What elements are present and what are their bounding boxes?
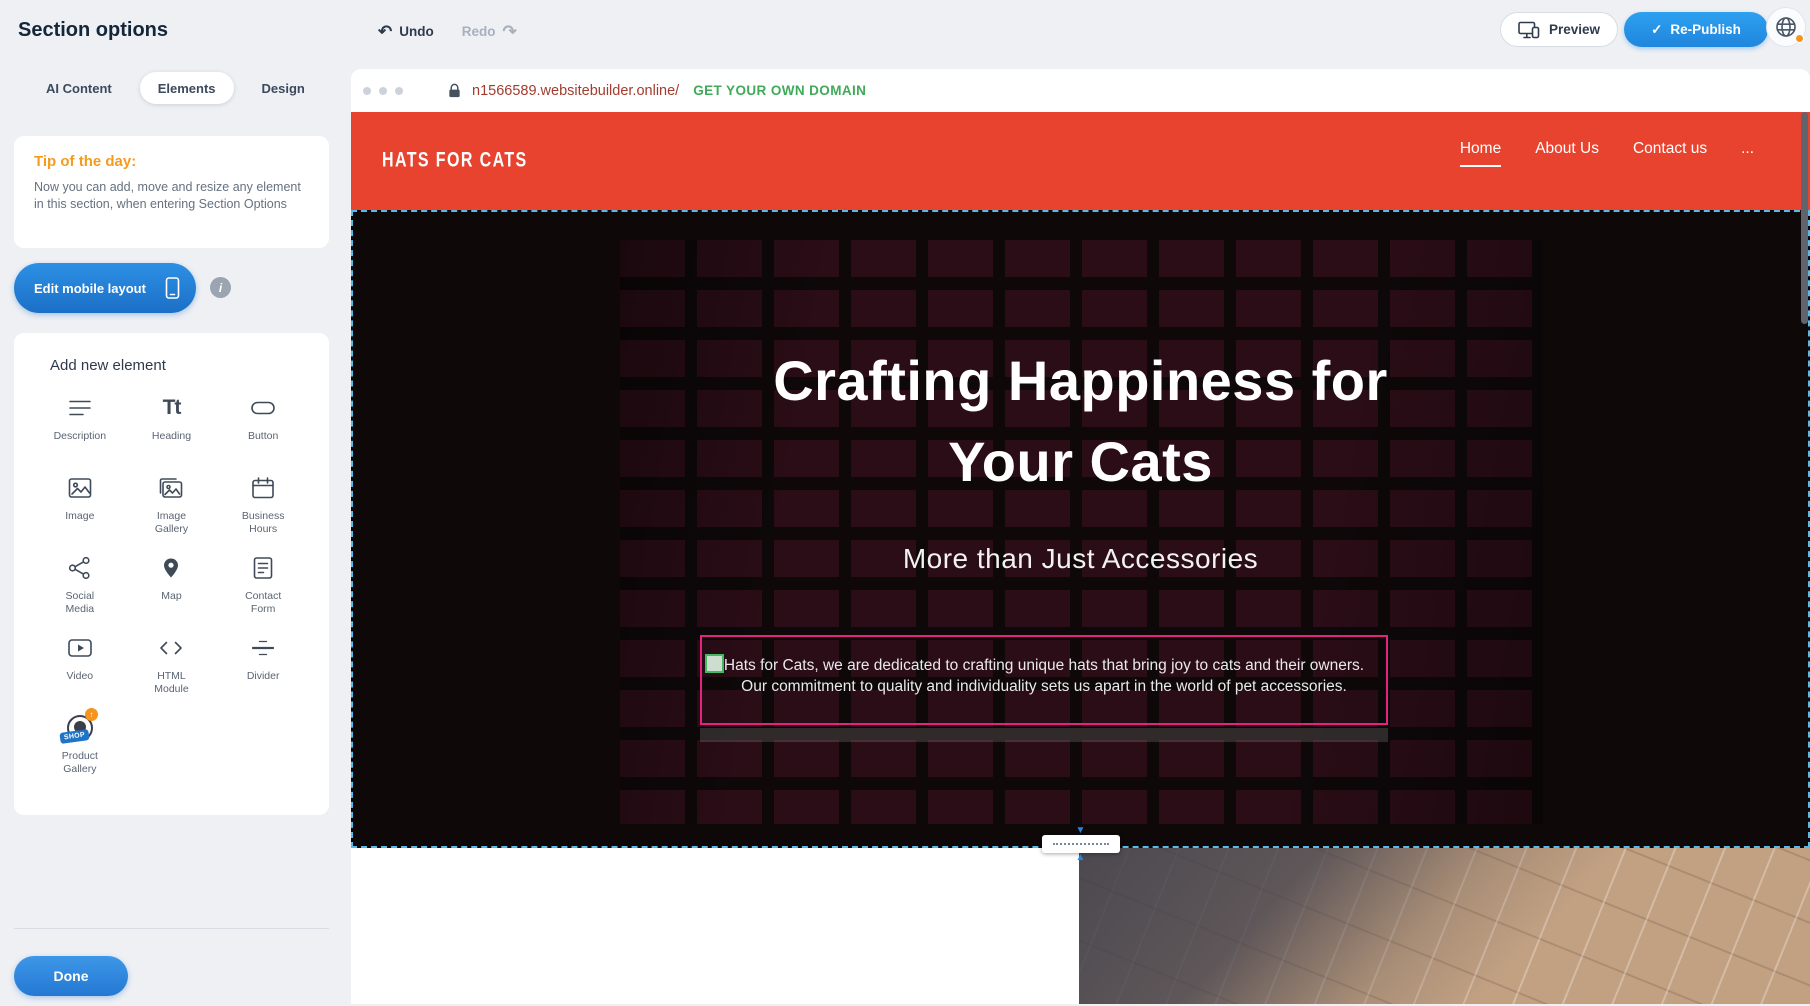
nav-contact-us[interactable]: Contact us [1633,140,1707,167]
add-element-title: Add new element [34,357,309,374]
element-social-media[interactable]: Social Media [34,552,126,632]
section-resize-handle[interactable]: ▼ ▲ [1042,826,1120,862]
hero-heading[interactable]: Crafting Happiness for Your Cats [353,340,1808,502]
element-video[interactable]: Video [34,632,126,712]
paragraph-line2: Our commitment to quality and individual… [702,676,1386,697]
language-globe-button[interactable] [1766,7,1806,47]
globe-icon [1774,15,1798,39]
product-gallery-icon: ↑ SHOP [63,712,97,744]
browser-bar: n1566589.websitebuilder.online/ GET YOUR… [351,69,1810,112]
element-drag-handle[interactable] [705,654,724,673]
tab-ai-content[interactable]: AI Content [28,72,130,104]
hero-section-selected[interactable]: Crafting Happiness for Your Cats More th… [351,210,1810,848]
collapse-down-icon: ▼ [1076,826,1086,835]
map-pin-icon [158,552,184,584]
business-hours-icon [250,472,276,504]
tip-title: Tip of the day: [34,153,309,170]
editor-window: Section options ↶ Undo Redo ↷ Preview ✓ … [0,0,1810,1006]
element-image-gallery[interactable]: Image Gallery [126,472,218,552]
lock-icon [447,83,462,98]
info-icon[interactable]: i [210,277,231,298]
tab-elements[interactable]: Elements [140,72,234,104]
canvas-scrollbar[interactable] [1801,112,1808,324]
redo-icon: ↷ [503,23,517,40]
done-button[interactable]: Done [14,956,128,996]
collapse-up-icon: ▲ [1076,853,1086,862]
nav-home[interactable]: Home [1460,140,1501,167]
notification-dot [1795,34,1804,43]
next-section[interactable] [351,848,1810,1004]
sidebar-divider [14,928,329,929]
preview-label: Preview [1549,22,1600,37]
element-ghost-strip [700,728,1388,742]
shop-badge: SHOP [59,729,89,744]
tab-design[interactable]: Design [244,72,323,104]
preview-button[interactable]: Preview [1500,12,1618,47]
tip-body: Now you can add, move and resize any ele… [34,179,309,212]
add-element-panel: Add new element Description Tt Heading B… [14,333,329,815]
element-heading[interactable]: Tt Heading [126,392,218,472]
republish-button[interactable]: ✓ Re-Publish [1624,12,1768,47]
republish-label: Re-Publish [1670,22,1741,37]
button-icon [250,392,276,424]
site-logo[interactable]: HATS FOR CATS [382,149,528,173]
get-domain-link[interactable]: GET YOUR OWN DOMAIN [693,83,866,98]
site-url: n1566589.websitebuilder.online/ [472,83,679,99]
element-button[interactable]: Button [217,392,309,472]
next-section-image[interactable] [1079,848,1810,1004]
nav-more-icon[interactable]: ... [1741,140,1754,167]
section-handle-grip [1042,835,1120,853]
edit-mobile-label: Edit mobile layout [34,281,146,296]
sidebar-tabs: AI Content Elements Design [28,72,323,104]
check-icon: ✓ [1651,22,1662,38]
redo-label: Redo [462,24,496,39]
element-grid: Description Tt Heading Button [34,392,309,792]
redo-button[interactable]: Redo ↷ [462,23,517,40]
paragraph-line1: Hats for Cats, we are dedicated to craft… [702,655,1386,676]
image-icon [67,472,93,504]
window-dots-icon [363,87,403,95]
element-description[interactable]: Description [34,392,126,472]
description-icon [67,392,93,424]
element-image[interactable]: Image [34,472,126,552]
undo-button[interactable]: ↶ Undo [378,23,434,40]
undo-label: Undo [399,24,434,39]
divider-icon [250,632,276,664]
site-nav: Home About Us Contact us ... [1460,140,1754,167]
element-product-gallery[interactable]: ↑ SHOP Product Gallery [34,712,126,792]
contact-form-icon [250,552,276,584]
element-html-module[interactable]: HTML Module [126,632,218,712]
edit-mobile-layout-button[interactable]: Edit mobile layout [14,263,196,313]
element-map[interactable]: Map [126,552,218,632]
nav-about-us[interactable]: About Us [1535,140,1599,167]
undo-icon: ↶ [378,23,392,40]
tip-of-the-day-card: Tip of the day: Now you can add, move an… [14,136,329,248]
social-media-icon [67,552,93,584]
devices-icon [1518,21,1540,39]
element-divider[interactable]: Divider [217,632,309,712]
hero-heading-line1: Crafting Happiness for [353,340,1808,421]
site-preview-canvas: n1566589.websitebuilder.online/ GET YOUR… [351,69,1810,1004]
selected-paragraph-element[interactable]: Hats for Cats, we are dedicated to craft… [700,635,1388,725]
element-contact-form[interactable]: Contact Form [217,552,309,632]
page-title: Section options [18,19,168,42]
element-business-hours[interactable]: Business Hours [217,472,309,552]
hero-subheading[interactable]: More than Just Accessories [353,543,1808,575]
heading-icon: Tt [163,392,181,424]
hero-heading-line2: Your Cats [353,421,1808,502]
history-controls: ↶ Undo Redo ↷ [378,18,517,44]
phone-icon [165,277,180,299]
image-gallery-icon [158,472,184,504]
site-header[interactable]: HATS FOR CATS Home About Us Contact us .… [351,112,1810,210]
upgrade-badge-icon: ↑ [85,708,98,721]
html-module-icon [158,632,184,664]
video-icon [67,632,93,664]
